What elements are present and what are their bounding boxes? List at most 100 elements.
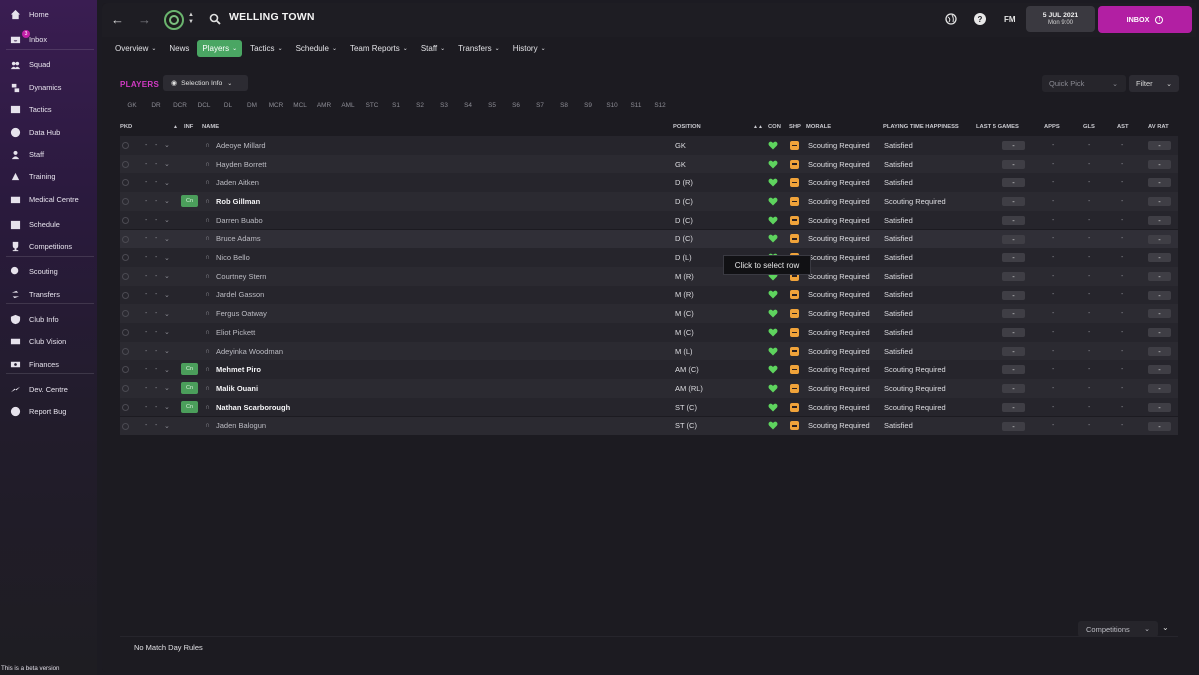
sidebar-item-home[interactable]: Home xyxy=(0,4,97,24)
row-expand-chevron-icon[interactable]: ⌄ xyxy=(164,417,170,436)
col-position[interactable]: POSITION xyxy=(673,124,701,130)
position-chip-dl[interactable]: DL xyxy=(216,99,240,112)
date-continue-button[interactable]: 5 JUL 2021 Mon 9:00 xyxy=(1026,6,1095,32)
pick-radio[interactable] xyxy=(122,291,129,299)
pick-radio[interactable] xyxy=(122,329,129,336)
pick-radio[interactable] xyxy=(122,347,129,355)
table-row[interactable]: - - ⌄ ∩ Bruce Adams D (C) Scouting Required Sat… xyxy=(120,229,1178,249)
table-row[interactable]: - - ⌄ Cn ∩ Mehmet Piro AM (C) Scouting Required… xyxy=(120,360,1178,380)
sidebar-item-training[interactable]: Training xyxy=(0,166,97,186)
sidebar-item-schedule[interactable]: Schedule xyxy=(0,214,97,234)
row-expand-chevron-icon[interactable]: ⌄ xyxy=(164,398,170,417)
col-ast[interactable]: AST xyxy=(1117,124,1129,130)
menu-players[interactable]: Players ⌄ xyxy=(197,40,243,57)
row-expand-chevron-icon[interactable]: ⌄ xyxy=(164,192,170,211)
menu-history[interactable]: History ⌄ xyxy=(508,40,551,57)
sidebar-item-staff[interactable]: Staff xyxy=(0,144,97,164)
row-expand-chevron-icon[interactable]: ⌄ xyxy=(164,379,170,398)
world-icon[interactable] xyxy=(945,13,957,25)
table-row[interactable]: - - ⌄ Cn ∩ Malik Ouani AM (RL) Scouting Require… xyxy=(120,379,1178,398)
fm-logo[interactable]: FM xyxy=(1004,15,1016,24)
table-row[interactable]: - - ⌄ ∩ Adeoye Millard GK Scouting Required Sat… xyxy=(120,136,1178,155)
table-row[interactable]: - - ⌄ ∩ Courtney Stern M (R) Scouting Required… xyxy=(120,266,1178,286)
col-shp[interactable]: SHP xyxy=(789,124,801,130)
pick-radio[interactable] xyxy=(122,216,129,224)
player-name[interactable]: Nico Bello xyxy=(216,248,250,267)
position-chip-s3[interactable]: S3 xyxy=(432,99,456,112)
row-expand-chevron-icon[interactable]: ⌄ xyxy=(164,267,170,286)
row-expand-chevron-icon[interactable]: ⌄ xyxy=(164,155,170,174)
help-icon[interactable]: ? xyxy=(974,13,986,25)
table-row[interactable]: - - ⌄ ∩ Jardel Gasson M (R) Scouting Required S… xyxy=(120,285,1178,305)
col-morale[interactable]: MORALE xyxy=(806,124,831,130)
position-chip-s4[interactable]: S4 xyxy=(456,99,480,112)
position-chip-s12[interactable]: S12 xyxy=(648,99,672,112)
table-row[interactable]: - - ⌄ ∩ Nico Bello D (L) Scouting Required Sati… xyxy=(120,248,1178,267)
position-chip-s2[interactable]: S2 xyxy=(408,99,432,112)
col-pkd[interactable]: PKD xyxy=(120,124,132,130)
pick-radio[interactable] xyxy=(122,142,129,149)
player-name[interactable]: Jardel Gasson xyxy=(216,286,264,305)
position-chip-stc[interactable]: STC xyxy=(360,99,384,112)
col-gls[interactable]: GLS xyxy=(1083,124,1095,130)
sidebar-item-tactics[interactable]: Tactics xyxy=(0,99,97,119)
filter-dropdown[interactable]: Filter ⌄ xyxy=(1129,75,1179,92)
menu-overview[interactable]: Overview ⌄ xyxy=(110,40,161,57)
col-name[interactable]: NAME xyxy=(202,124,219,130)
player-name[interactable]: Eliot Pickett xyxy=(216,323,255,342)
table-row[interactable]: - - ⌄ Cn ∩ Nathan Scarborough ST (C) Scouting R… xyxy=(120,397,1178,417)
menu-news[interactable]: News xyxy=(164,40,194,57)
position-chip-s1[interactable]: S1 xyxy=(384,99,408,112)
pick-radio[interactable] xyxy=(122,254,129,262)
player-name[interactable]: Hayden Borrett xyxy=(216,155,266,174)
club-switch-icon[interactable]: ▲ ▼ xyxy=(188,12,194,26)
sidebar-item-club-vision[interactable]: Club Vision xyxy=(0,331,97,351)
sidebar-item-finances[interactable]: Finances xyxy=(0,354,97,374)
table-row[interactable]: - - ⌄ ∩ Darren Buabo D (C) Scouting Required Sa… xyxy=(120,210,1178,230)
pick-radio[interactable] xyxy=(122,422,129,430)
pick-radio[interactable] xyxy=(122,310,129,318)
expand-chevron-icon[interactable]: ⌄ xyxy=(1162,623,1169,632)
position-chip-s7[interactable]: S7 xyxy=(528,99,552,112)
table-row[interactable]: - - ⌄ ∩ Jaden Balogun ST (C) Scouting Required… xyxy=(120,416,1178,436)
pick-radio[interactable] xyxy=(122,179,129,187)
table-row[interactable]: - - ⌄ ∩ Hayden Borrett GK Scouting Required Sat… xyxy=(120,154,1178,174)
position-chip-s5[interactable]: S5 xyxy=(480,99,504,112)
quick-pick-dropdown[interactable]: Quick Pick ⌄ xyxy=(1042,75,1126,92)
row-expand-chevron-icon[interactable]: ⌄ xyxy=(164,211,170,230)
player-name[interactable]: Rob Gillman xyxy=(216,192,260,211)
pick-radio[interactable] xyxy=(122,403,129,411)
table-row[interactable]: - - ⌄ Cn ∩ Rob Gillman D (C) Scouting Required S… xyxy=(120,192,1178,211)
player-name[interactable]: Adeyinka Woodman xyxy=(216,342,283,361)
sidebar-item-data-hub[interactable]: Data Hub xyxy=(0,122,97,142)
table-row[interactable]: - - ⌄ ∩ Adeyinka Woodman M (L) Scouting Requir… xyxy=(120,341,1178,361)
table-row[interactable]: - - ⌄ ∩ Eliot Pickett M (C) Scouting Required S… xyxy=(120,323,1178,342)
col-happiness[interactable]: PLAYING TIME HAPPINESS xyxy=(883,124,959,130)
competitions-dropdown[interactable]: Competitions ⌄ xyxy=(1078,621,1158,637)
club-crest-icon[interactable] xyxy=(164,10,184,30)
pick-radio[interactable] xyxy=(122,235,129,243)
position-chip-gk[interactable]: GK xyxy=(120,99,144,112)
sidebar-item-competitions[interactable]: Competitions xyxy=(0,236,97,256)
row-expand-chevron-icon[interactable]: ⌄ xyxy=(164,323,170,342)
sidebar-item-transfers[interactable]: Transfers xyxy=(0,284,97,304)
position-chip-s9[interactable]: S9 xyxy=(576,99,600,112)
position-chip-s6[interactable]: S6 xyxy=(504,99,528,112)
player-name[interactable]: Darren Buabo xyxy=(216,211,263,230)
sidebar-item-club-info[interactable]: Club Info xyxy=(0,309,97,329)
sidebar-item-dynamics[interactable]: Dynamics xyxy=(0,77,97,97)
position-chip-dcr[interactable]: DCR xyxy=(168,99,192,112)
position-chip-amr[interactable]: AMR xyxy=(312,99,336,112)
menu-transfers[interactable]: Transfers ⌄ xyxy=(453,40,505,57)
position-chip-dm[interactable]: DM xyxy=(240,99,264,112)
pick-radio[interactable] xyxy=(122,198,129,206)
back-arrow-icon[interactable]: ← xyxy=(111,12,124,27)
row-expand-chevron-icon[interactable]: ⌄ xyxy=(164,230,170,249)
col-apps[interactable]: APPS xyxy=(1044,124,1060,130)
row-expand-chevron-icon[interactable]: ⌄ xyxy=(164,136,170,155)
menu-team-reports[interactable]: Team Reports ⌄ xyxy=(345,40,413,57)
pick-radio[interactable] xyxy=(122,366,129,374)
sidebar-item-report-bug[interactable]: Report Bug xyxy=(0,401,97,421)
position-chip-dr[interactable]: DR xyxy=(144,99,168,112)
forward-arrow-icon[interactable]: → xyxy=(138,12,151,27)
